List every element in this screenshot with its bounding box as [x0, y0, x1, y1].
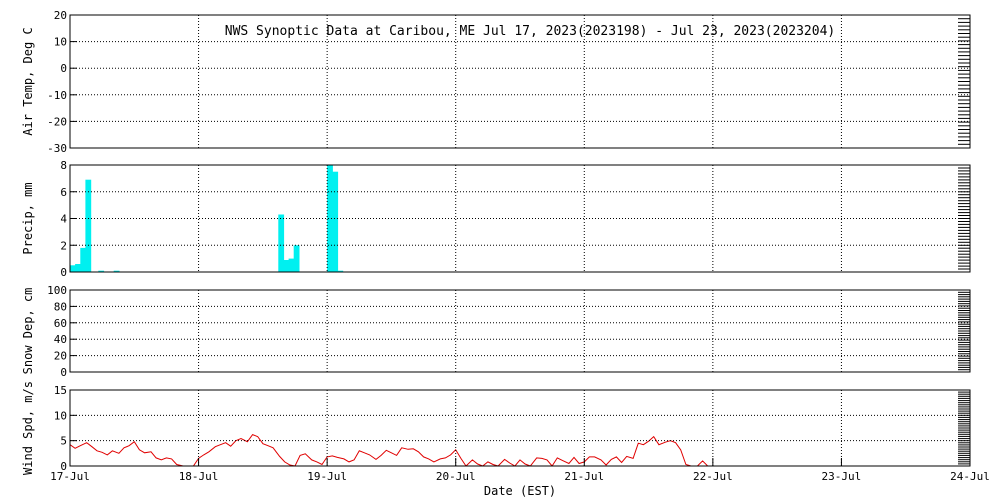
precip-bar [70, 265, 76, 272]
precip-y-tick-label: 2 [60, 239, 67, 252]
x-tick-label: 20-Jul [436, 470, 476, 483]
air-temp-y-tick-label: -10 [47, 89, 67, 102]
x-tick-label: 24-Jul [950, 470, 990, 483]
x-tick-label: 17-Jul [50, 470, 90, 483]
x-tick-label: 19-Jul [307, 470, 347, 483]
snow-depth-y-tick-label: 80 [54, 300, 67, 313]
air-temp-y-tick-label: 10 [54, 36, 67, 49]
air-temp-y-tick-label: -20 [47, 115, 67, 128]
x-tick-label: 23-Jul [822, 470, 862, 483]
precip-bar [283, 260, 290, 272]
air-temp-y-tick-label: 20 [54, 9, 67, 22]
precip-bar [332, 171, 339, 272]
precip-bar [293, 245, 300, 272]
wind-speed-y-tick-label: 10 [54, 409, 67, 422]
precip-bar [80, 247, 87, 272]
wind-speed-y-tick-label: 15 [54, 384, 67, 397]
snow-depth-y-axis-title: Snow Dep, cm [21, 288, 35, 375]
precip-bars [70, 165, 344, 272]
snow-depth-y-tick-label: 60 [54, 317, 67, 330]
precip-bar [327, 165, 333, 272]
snow-depth-y-tick-label: 0 [60, 366, 67, 379]
air-temp-y-tick-label: 0 [60, 62, 67, 75]
precip-y-axis-title: Precip, mm [21, 182, 35, 254]
wind-speed-line [70, 433, 718, 466]
chart-title: NWS Synoptic Data at Caribou, ME Jul 17,… [225, 24, 835, 39]
precip-bar [278, 214, 285, 272]
snow-depth-y-tick-label: 20 [54, 350, 67, 363]
precip-y-tick-label: 4 [60, 213, 67, 226]
precip-bar [85, 179, 92, 272]
x-tick-label: 22-Jul [693, 470, 733, 483]
x-tick-label: 21-Jul [564, 470, 604, 483]
x-axis-title: Date (EST) [484, 484, 556, 498]
precip-y-tick-label: 8 [60, 159, 67, 172]
precip-bar [75, 264, 81, 272]
snow-depth-y-tick-label: 100 [47, 284, 67, 297]
snow-depth-frame [69, 289, 971, 373]
air-temp-y-tick-label: -30 [47, 142, 67, 155]
weather-chart: 20100-10-20-30Air Temp, Deg C86420Precip… [21, 9, 990, 498]
precip-y-tick-label: 0 [60, 266, 67, 279]
wind-speed-y-axis-title: Wind Spd, m/s [21, 381, 35, 475]
precip-y-tick-label: 6 [60, 186, 67, 199]
air-temp-line [198, 15, 368, 16]
x-tick-label: 18-Jul [179, 470, 219, 483]
snow-depth-y-tick-label: 40 [54, 333, 67, 346]
wind-speed-y-tick-label: 5 [60, 435, 67, 448]
air-temp-y-axis-title: Air Temp, Deg C [21, 27, 35, 135]
precip-bar [288, 258, 295, 272]
